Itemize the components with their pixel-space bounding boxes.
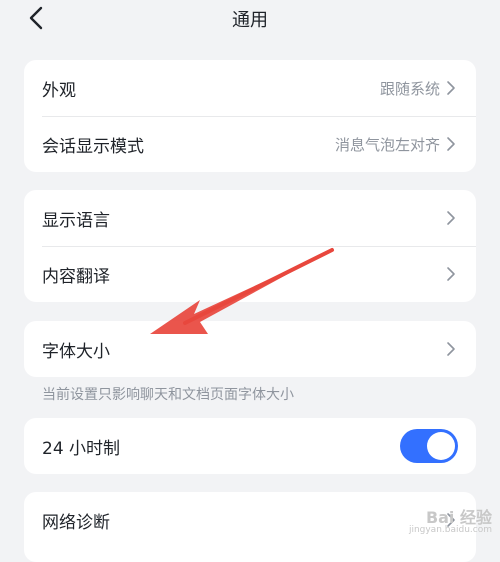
chevron-right-icon <box>447 267 455 281</box>
chat-display-mode-row[interactable]: 会话显示模式 消息气泡左对齐 <box>24 116 476 172</box>
chevron-right-icon <box>447 137 455 151</box>
clock-24h-toggle[interactable] <box>400 429 458 463</box>
clock-24h-label: 24 小时制 <box>42 438 121 459</box>
appearance-card: 外观 跟随系统 会话显示模式 消息气泡左对齐 <box>24 60 476 172</box>
language-card: 显示语言 内容翻译 <box>24 190 476 302</box>
content-translation-row[interactable]: 内容翻译 <box>24 246 476 302</box>
clock-24h-row: 24 小时制 <box>24 418 476 474</box>
chat-display-mode-value: 消息气泡左对齐 <box>334 135 440 154</box>
network-diagnostics-label: 网络诊断 <box>42 512 110 533</box>
appearance-row[interactable]: 外观 跟随系统 <box>24 60 476 116</box>
appearance-label: 外观 <box>42 80 76 101</box>
chevron-right-icon <box>447 81 455 95</box>
font-size-card: 字体大小 <box>24 321 476 377</box>
font-size-row[interactable]: 字体大小 <box>24 321 476 377</box>
appearance-value: 跟随系统 <box>379 79 440 98</box>
font-size-label: 字体大小 <box>42 341 110 362</box>
font-size-hint: 当前设置只影响聊天和文档页面字体大小 <box>42 387 294 403</box>
header: 通用 <box>0 0 500 38</box>
watermark-main: Bai 经验 <box>425 508 492 527</box>
chat-display-mode-label: 会话显示模式 <box>42 136 144 157</box>
watermark-sub: jingyan.baidu.com <box>408 525 492 535</box>
content-translation-label: 内容翻译 <box>42 266 110 287</box>
watermark: Bai 经验 jingyan.baidu.com <box>409 510 492 535</box>
display-language-label: 显示语言 <box>42 210 110 231</box>
display-language-row[interactable]: 显示语言 <box>24 190 476 246</box>
chevron-right-icon <box>447 342 455 356</box>
clock-card: 24 小时制 <box>24 418 476 474</box>
toggle-knob <box>427 432 455 460</box>
page-title: 通用 <box>232 10 268 31</box>
chevron-right-icon <box>447 211 455 225</box>
